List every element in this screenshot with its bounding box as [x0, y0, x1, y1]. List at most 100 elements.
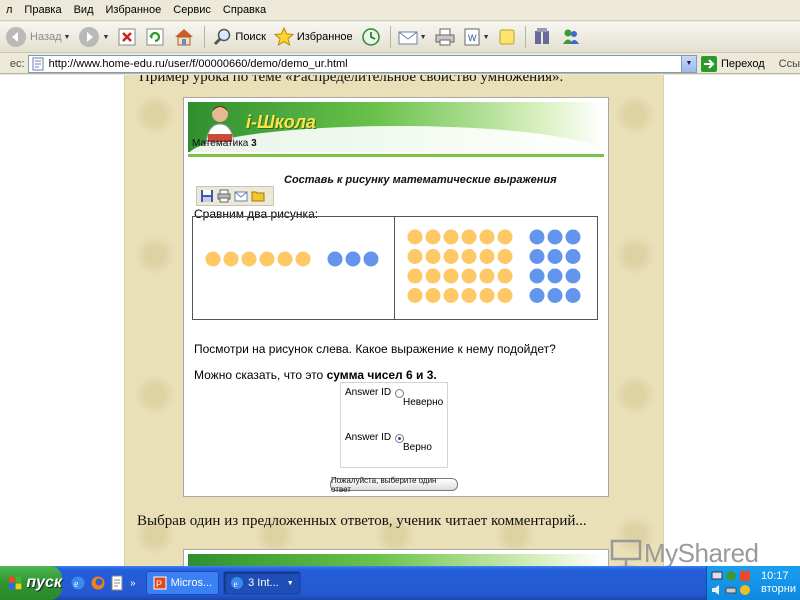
print-button[interactable]	[432, 24, 458, 50]
chevron-down-icon[interactable]: ▼	[483, 34, 490, 41]
chevron-down-icon[interactable]: ▼	[420, 34, 427, 41]
forward-button[interactable]: ▼	[75, 24, 112, 50]
antivirus-icon[interactable]	[739, 570, 751, 582]
slide-bottom-text: Выбрав один из предложенных ответов, уче…	[137, 513, 587, 529]
yellow-dot	[497, 268, 513, 284]
svg-text:e: e	[234, 579, 238, 589]
mail-icon[interactable]	[234, 189, 248, 203]
stop-button[interactable]	[114, 24, 140, 50]
blue-dot	[547, 249, 563, 264]
home-icon	[173, 27, 195, 47]
yellow-dot	[425, 229, 441, 245]
menu-tools[interactable]: Сервис	[167, 4, 217, 16]
quick-launch-chevron[interactable]: »	[130, 578, 136, 589]
firefox-icon[interactable]	[90, 575, 106, 591]
printer-tray-icon[interactable]	[725, 584, 737, 596]
network-icon[interactable]	[711, 570, 723, 582]
print-icon[interactable]	[217, 189, 231, 203]
edit-word-button[interactable]: W ▼	[460, 24, 493, 50]
yellow-dot	[443, 229, 459, 245]
yellow-dot	[461, 249, 477, 264]
save-icon[interactable]	[200, 189, 214, 203]
right-dots	[407, 229, 581, 303]
system-tray: 10:17 вторни	[706, 566, 800, 600]
chevron-down-icon[interactable]: ▼	[64, 34, 71, 41]
address-url: http://www.home-edu.ru/user/f/00000660/d…	[48, 57, 348, 70]
tray-icons	[707, 570, 761, 596]
quick-launch: e	[70, 575, 124, 591]
clock[interactable]: 10:17 вторни	[761, 570, 796, 596]
messenger-button[interactable]	[558, 24, 584, 50]
blue-dot	[547, 288, 563, 303]
answer-text-right: Верно	[403, 442, 432, 453]
go-arrow-icon	[700, 55, 717, 72]
blue-dot	[529, 288, 545, 303]
menu-file[interactable]: л	[0, 4, 18, 16]
answer-text-wrong: Неверно	[403, 397, 444, 408]
language-icon[interactable]	[725, 570, 737, 582]
back-label: Назад	[30, 31, 62, 43]
menu-favorites[interactable]: Избранное	[100, 4, 168, 16]
submit-button[interactable]: Пожалуйста, выберите один ответ	[330, 476, 458, 494]
yellow-dot	[407, 268, 423, 284]
menu-edit[interactable]: Правка	[18, 4, 67, 16]
yellow-dot	[407, 288, 423, 303]
address-input[interactable]: http://www.home-edu.ru/user/f/00000660/d…	[27, 54, 697, 73]
volume-icon[interactable]	[711, 584, 723, 596]
task-label: Micros...	[170, 577, 213, 589]
file-icon[interactable]	[110, 575, 124, 591]
task-label: 3 Int...	[248, 577, 279, 589]
start-button[interactable]: пуск	[0, 566, 62, 600]
research-button[interactable]	[530, 24, 556, 50]
yellow-dot	[461, 268, 477, 284]
printer-icon	[435, 28, 455, 46]
update-icon[interactable]	[739, 584, 751, 596]
right-picture	[395, 217, 597, 319]
stop-icon	[117, 27, 137, 47]
yellow-dot	[277, 251, 293, 267]
svg-text:e: e	[74, 579, 79, 590]
yellow-dot	[407, 229, 423, 245]
image-toolbar	[196, 186, 274, 206]
home-button[interactable]	[170, 24, 198, 50]
go-button[interactable]: Переход	[700, 55, 765, 72]
task-internet-explorer[interactable]: e 3 Int... ▼	[223, 571, 301, 595]
yellow-dot	[425, 268, 441, 284]
go-label: Переход	[720, 57, 765, 70]
grade-number: 3	[251, 138, 257, 149]
ie-icon[interactable]: e	[70, 575, 86, 591]
refresh-button[interactable]	[142, 24, 168, 50]
answer-id-label: Answer ID	[345, 387, 392, 398]
answer-id-label: Answer ID	[345, 432, 392, 443]
links-label[interactable]: Ссы	[779, 58, 800, 70]
blue-dot	[565, 268, 581, 284]
folder-icon[interactable]	[251, 189, 265, 203]
toolbar-separator	[389, 26, 391, 48]
yellow-dot	[497, 229, 513, 245]
menu-help[interactable]: Справка	[217, 4, 272, 16]
history-button[interactable]	[358, 24, 384, 50]
star-icon	[273, 27, 294, 47]
favorites-button[interactable]: Избранное	[271, 24, 356, 50]
clock-day: вторни	[761, 583, 796, 595]
yellow-dot	[443, 288, 459, 303]
messenger-icon	[561, 27, 581, 47]
notes-button[interactable]	[495, 24, 519, 50]
menu-view[interactable]: Вид	[68, 4, 100, 16]
yellow-dot	[479, 249, 495, 264]
back-arrow-icon	[5, 26, 27, 48]
yellow-dot	[497, 249, 513, 264]
chevron-down-icon[interactable]: ▼	[102, 34, 109, 41]
address-dropdown-icon[interactable]: ▼	[680, 55, 696, 72]
svg-text:P: P	[156, 579, 162, 589]
mail-button[interactable]: ▼	[395, 24, 430, 50]
task-powerpoint[interactable]: P Micros...	[145, 571, 220, 595]
search-button[interactable]: Поиск	[209, 24, 268, 50]
left-dots	[205, 251, 379, 267]
back-button[interactable]: Назад ▼	[2, 24, 73, 50]
blue-dot	[565, 288, 581, 303]
word-document-icon: W	[463, 28, 481, 46]
lesson-banner	[188, 554, 604, 566]
statement-prefix: Можно сказать, что это	[194, 368, 327, 382]
page-icon	[31, 57, 45, 71]
